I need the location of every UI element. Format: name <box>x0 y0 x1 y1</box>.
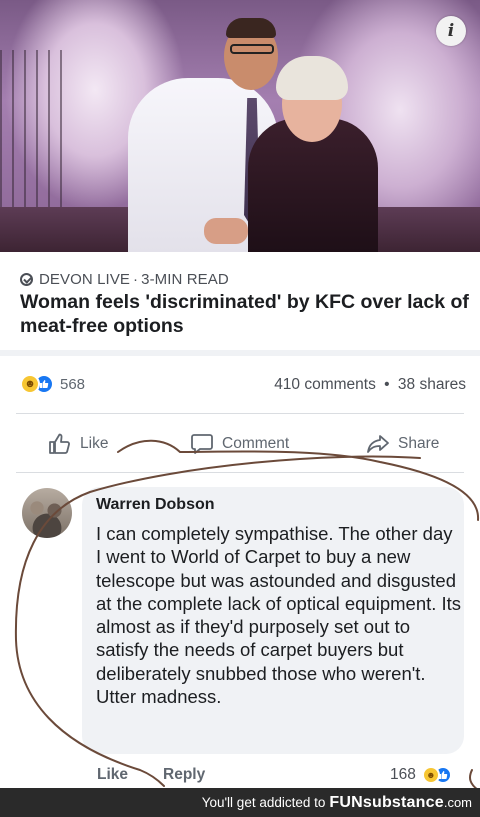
watermark-footer: You'll get addicted to FUNsubstance .com <box>0 788 480 817</box>
footer-tagline: You'll get addicted to <box>201 795 326 810</box>
article-source[interactable]: DEVON LIVE <box>39 271 130 288</box>
divider <box>16 413 464 414</box>
comment-button-label: Comment <box>222 435 290 452</box>
like-button[interactable]: Like <box>48 432 108 456</box>
photo-background-railing <box>0 50 70 210</box>
photo-joined-hands <box>204 218 248 244</box>
footer-brand-ext: .com <box>443 795 472 810</box>
comment-text: I can completely sympathise. The other d… <box>96 523 462 708</box>
article-photo[interactable]: i <box>0 0 480 252</box>
commenter-avatar[interactable] <box>22 488 72 538</box>
comment-icon <box>191 434 213 454</box>
comment-reply-button[interactable]: Reply <box>163 766 205 784</box>
post-stats: 410 comments • 38 shares <box>274 376 466 394</box>
footer-brand[interactable]: FUNsubstance <box>329 794 443 812</box>
post-reactions[interactable]: ☻ 568 <box>20 374 85 394</box>
comment-button[interactable]: Comment <box>190 432 289 456</box>
comment-reactions[interactable]: 168 ☻ <box>390 766 458 784</box>
info-icon[interactable]: i <box>436 16 466 46</box>
stats-separator: • <box>384 376 390 393</box>
verified-check-icon <box>20 272 33 286</box>
article-source-row: DEVON LIVE · 3-MIN READ <box>20 269 229 289</box>
haha-icon: ☻ <box>20 374 40 394</box>
divider <box>16 472 464 473</box>
like-button-label: Like <box>80 435 109 452</box>
comment-reaction-count: 168 <box>390 766 416 783</box>
share-arrow-icon <box>367 435 389 453</box>
comment-author[interactable]: Warren Dobson <box>96 496 215 514</box>
comment-like-button[interactable]: Like <box>97 766 128 784</box>
photo-woman-hair <box>276 56 348 100</box>
photo-man-glasses <box>230 44 274 54</box>
thumbs-up-icon <box>49 433 70 454</box>
haha-icon: ☻ <box>421 766 440 784</box>
share-button[interactable]: Share <box>366 432 439 456</box>
article-read-time: 3-MIN READ <box>141 270 229 288</box>
shares-count[interactable]: 38 shares <box>398 376 466 393</box>
reaction-count: 568 <box>60 375 86 393</box>
source-separator: · <box>133 270 139 288</box>
photo-man-hair <box>226 18 276 38</box>
article-headline[interactable]: Woman feels 'discriminated' by KFC over … <box>20 290 470 338</box>
section-separator <box>0 350 480 356</box>
share-button-label: Share <box>398 435 440 452</box>
comments-count[interactable]: 410 comments <box>274 376 376 393</box>
